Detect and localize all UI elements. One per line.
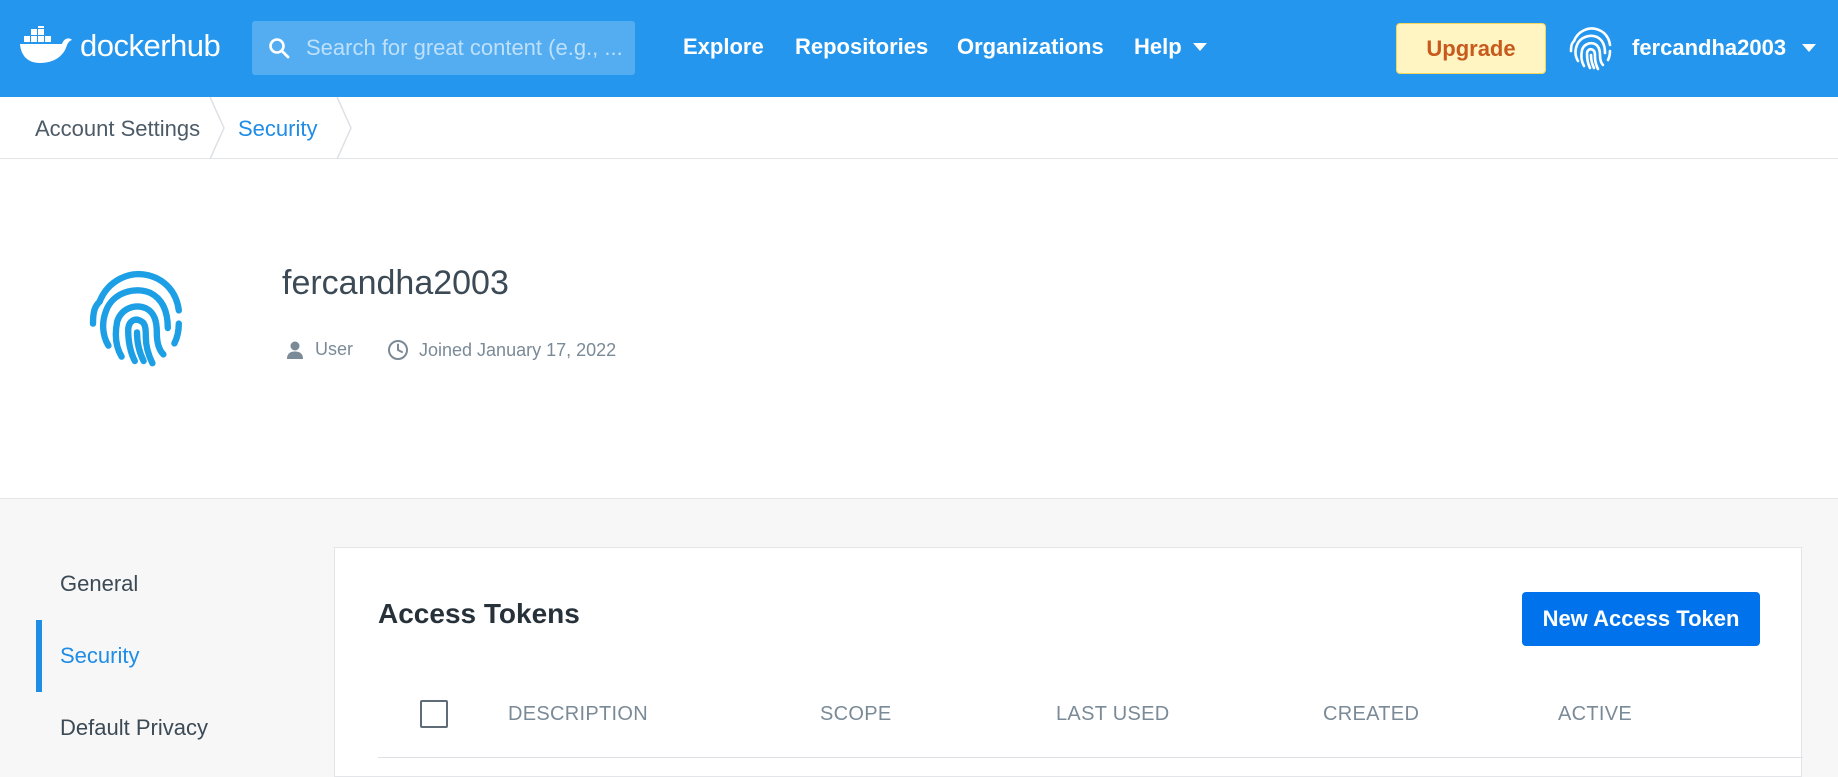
nav-organizations[interactable]: Organizations <box>957 34 1104 60</box>
breadcrumb-separator-icon <box>209 97 225 159</box>
upgrade-button[interactable]: Upgrade <box>1396 23 1546 74</box>
access-tokens-title: Access Tokens <box>378 598 580 629</box>
fingerprint-avatar-icon <box>89 271 182 367</box>
sidebar-item-general[interactable]: General <box>36 548 276 620</box>
nav-help[interactable]: Help <box>1134 34 1207 60</box>
chevron-down-icon <box>1192 43 1207 51</box>
search-box[interactable] <box>252 21 635 75</box>
clock-icon <box>388 340 408 360</box>
breadcrumb-security[interactable]: Security <box>238 116 317 142</box>
fingerprint-avatar-icon <box>1569 27 1612 71</box>
search-input[interactable] <box>306 35 626 61</box>
profile-joined-label: Joined January 17, 2022 <box>419 339 617 360</box>
nav-organizations-label: Organizations <box>957 34 1104 59</box>
docker-whale-icon <box>20 26 72 63</box>
select-all-checkbox[interactable] <box>420 700 448 728</box>
new-access-token-button[interactable]: New Access Token <box>1522 592 1760 646</box>
docker-hub-logo[interactable]: dockerhub <box>18 26 221 66</box>
nav-explore[interactable]: Explore <box>683 34 764 60</box>
profile-role: User <box>285 339 353 360</box>
profile-header: fercandha2003 User Joined January 17, 20… <box>0 159 1838 499</box>
breadcrumb-account-settings[interactable]: Account Settings <box>35 116 200 142</box>
user-icon <box>287 341 303 359</box>
column-header-description[interactable]: DESCRIPTION <box>508 703 648 726</box>
search-icon <box>252 37 306 59</box>
profile-name: fercandha2003 <box>282 264 509 302</box>
tokens-table-header: DESCRIPTION SCOPE LAST USED CREATED ACTI… <box>378 688 1803 758</box>
logo-text-hub: hub <box>170 28 221 63</box>
nav-help-label: Help <box>1134 34 1182 59</box>
sidebar-item-security[interactable]: Security <box>36 620 276 692</box>
username-label: fercandha2003 <box>1632 35 1787 60</box>
profile-joined: Joined January 17, 2022 <box>387 339 616 361</box>
access-tokens-card: Access Tokens New Access Token DESCRIPTI… <box>334 547 1803 777</box>
column-header-last-used[interactable]: LAST USED <box>1056 703 1169 726</box>
sidebar-item-label: Default Privacy <box>60 715 208 740</box>
top-navbar: dockerhub Explore Repositories Organizat… <box>0 0 1838 97</box>
column-header-created[interactable]: CREATED <box>1323 703 1419 726</box>
column-header-scope[interactable]: SCOPE <box>820 703 892 726</box>
sidebar-item-label: General <box>60 571 139 596</box>
logo-text-docker: docker <box>80 28 171 63</box>
column-header-active[interactable]: ACTIVE <box>1558 703 1632 726</box>
user-menu[interactable]: fercandha2003 <box>1566 22 1817 74</box>
nav-repositories[interactable]: Repositories <box>795 34 928 60</box>
breadcrumb: Account Settings Security <box>0 97 1838 159</box>
chevron-down-icon <box>1802 44 1817 52</box>
breadcrumb-separator-icon <box>336 97 352 159</box>
profile-role-label: User <box>315 339 354 359</box>
sidebar-item-default-privacy[interactable]: Default Privacy <box>36 692 276 764</box>
sidebar-item-label: Security <box>60 643 140 668</box>
